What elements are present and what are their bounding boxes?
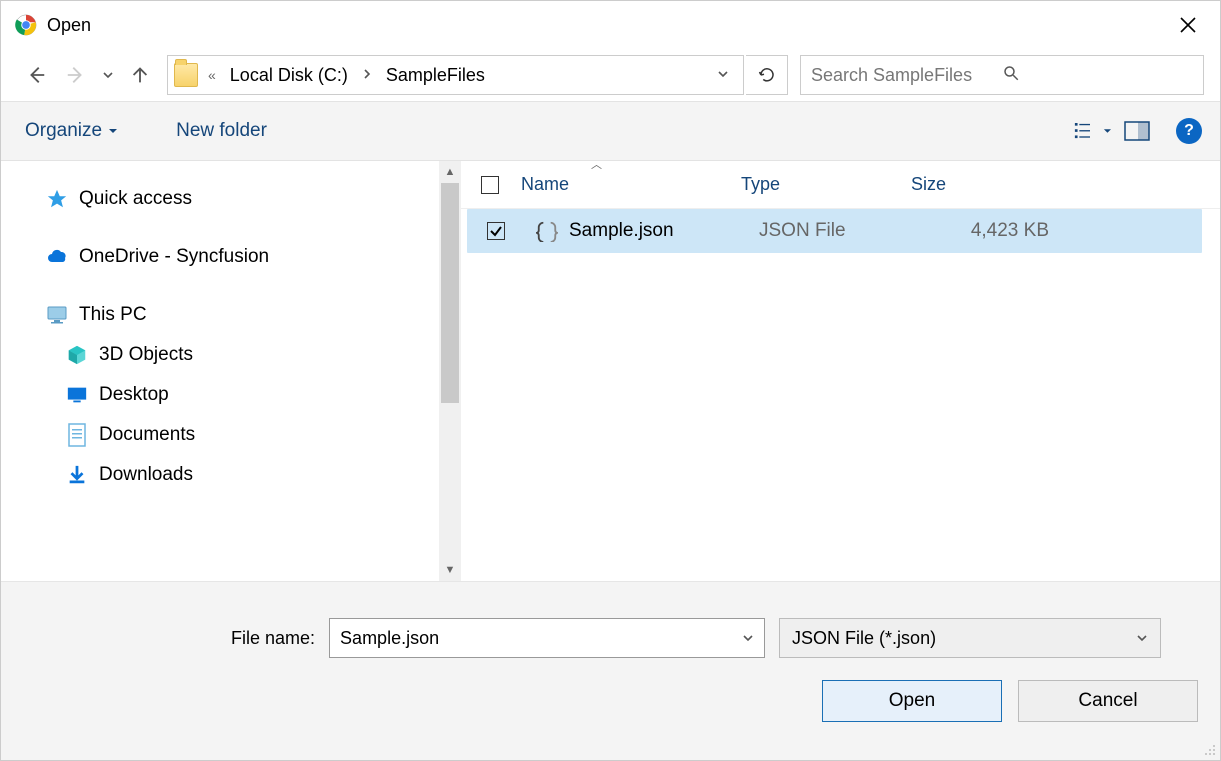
breadcrumb-root-marker: « — [202, 67, 222, 83]
tree-desktop[interactable]: Desktop — [1, 375, 461, 415]
row-checkbox[interactable] — [487, 222, 527, 240]
cube-icon — [65, 343, 89, 367]
chrome-icon — [15, 14, 37, 36]
scroll-up-icon[interactable]: ▲ — [439, 161, 461, 183]
column-headers: ︿ Name Type Size — [461, 161, 1220, 209]
file-name: Sample.json — [559, 220, 759, 242]
chevron-down-icon[interactable] — [742, 632, 754, 644]
file-size: 4,423 KB — [929, 220, 1079, 242]
column-name[interactable]: ︿ Name — [521, 174, 741, 195]
file-type-select[interactable]: JSON File (*.json) — [779, 618, 1161, 658]
file-row[interactable]: Sample.json JSON File 4,423 KB — [467, 209, 1202, 253]
search-icon — [1002, 64, 1193, 87]
desktop-icon — [65, 383, 89, 407]
scroll-down-icon[interactable]: ▼ — [439, 559, 461, 581]
back-button[interactable] — [17, 56, 55, 94]
tree-this-pc[interactable]: This PC — [1, 295, 461, 335]
forward-button[interactable] — [57, 56, 95, 94]
header-checkbox[interactable] — [481, 176, 521, 194]
scroll-thumb[interactable] — [441, 183, 459, 403]
star-icon — [45, 187, 69, 211]
organize-menu[interactable]: Organize — [19, 114, 124, 148]
file-name-input[interactable]: Sample.json — [329, 618, 765, 658]
preview-pane-button[interactable] — [1118, 112, 1156, 150]
up-button[interactable] — [121, 56, 159, 94]
tree-3d-objects[interactable]: 3D Objects — [1, 335, 461, 375]
tree-onedrive[interactable]: OneDrive - Syncfusion — [1, 237, 461, 277]
cancel-button[interactable]: Cancel — [1018, 680, 1198, 722]
title-bar: Open — [1, 1, 1220, 49]
breadcrumb-drive[interactable]: Local Disk (C:) — [226, 65, 352, 86]
toolbar: Organize New folder ? — [1, 101, 1220, 161]
document-icon — [65, 423, 89, 447]
column-type[interactable]: Type — [741, 174, 911, 195]
file-type: JSON File — [759, 220, 929, 242]
cloud-icon — [45, 245, 69, 269]
pc-icon — [45, 303, 69, 327]
window-title: Open — [47, 15, 91, 36]
file-name-label: File name: — [231, 628, 315, 649]
open-button[interactable]: Open — [822, 680, 1002, 722]
chevron-down-icon[interactable] — [1136, 632, 1148, 644]
main-area: Quick access OneDrive - Syncfusion This … — [1, 161, 1220, 581]
history-dropdown[interactable] — [97, 56, 119, 94]
tree-quick-access[interactable]: Quick access — [1, 179, 461, 219]
nav-row: « Local Disk (C:) SampleFiles Search Sam… — [1, 49, 1220, 101]
breadcrumb-folder[interactable]: SampleFiles — [382, 65, 489, 86]
json-file-icon — [535, 219, 559, 243]
close-button[interactable] — [1164, 5, 1212, 45]
view-options-button[interactable] — [1074, 112, 1112, 150]
tree-downloads[interactable]: Downloads — [1, 455, 461, 495]
nav-tree: Quick access OneDrive - Syncfusion This … — [1, 161, 461, 581]
new-folder-button[interactable]: New folder — [170, 114, 273, 148]
chevron-right-icon — [356, 67, 378, 83]
download-icon — [65, 463, 89, 487]
file-list: ︿ Name Type Size Sample.json JSON File 4… — [461, 161, 1220, 581]
resize-grip-icon[interactable] — [1202, 742, 1216, 756]
folder-icon — [174, 63, 198, 87]
tree-documents[interactable]: Documents — [1, 415, 461, 455]
address-dropdown[interactable] — [709, 67, 737, 84]
help-button[interactable]: ? — [1176, 118, 1202, 144]
sort-caret-icon: ︿ — [591, 156, 602, 172]
search-input[interactable]: Search SampleFiles — [800, 55, 1204, 95]
breadcrumb-bar[interactable]: « Local Disk (C:) SampleFiles — [167, 55, 744, 95]
footer: File name: Sample.json JSON File (*.json… — [1, 581, 1220, 760]
tree-scrollbar[interactable]: ▲ ▼ — [439, 161, 461, 581]
column-size[interactable]: Size — [911, 174, 1061, 195]
refresh-button[interactable] — [746, 55, 788, 95]
search-placeholder: Search SampleFiles — [811, 65, 1002, 86]
